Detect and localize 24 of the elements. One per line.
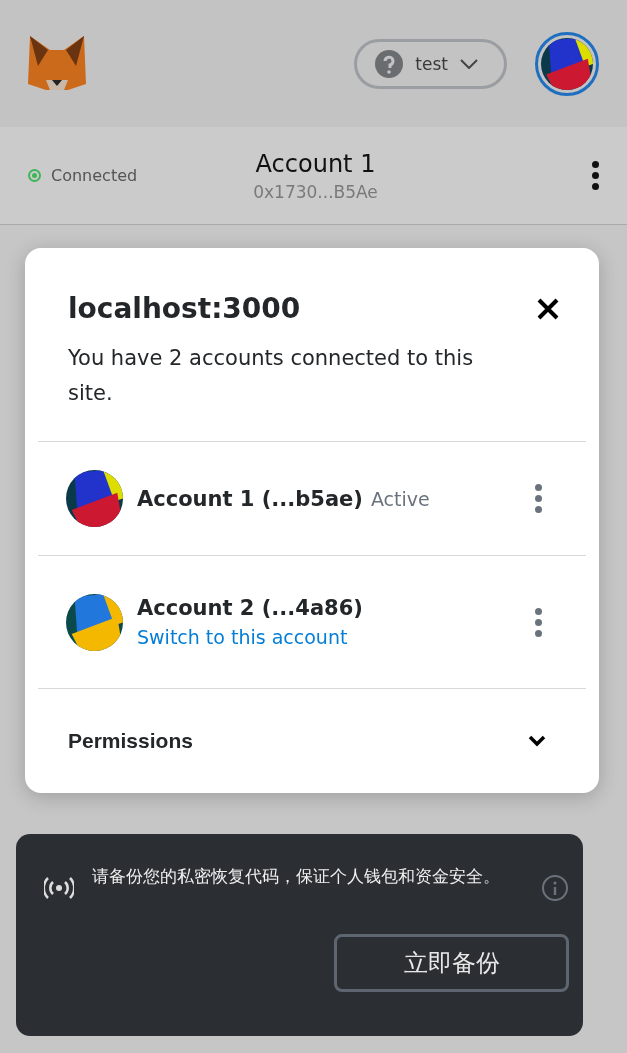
- connection-status: Connected: [51, 166, 138, 185]
- chevron-down-icon: [460, 58, 478, 69]
- active-label: Active: [370, 487, 430, 510]
- account-avatar[interactable]: [535, 31, 599, 96]
- dialog-title: localhost:3000: [68, 292, 301, 325]
- fox-logo: [28, 35, 86, 92]
- close-icon[interactable]: [536, 296, 560, 321]
- backup-now-button[interactable]: 立即备份: [334, 934, 569, 992]
- permissions-toggle[interactable]: Permissions: [38, 689, 586, 769]
- backup-message: 请备份您的私密恢复代码，保证个人钱包和资金安全。: [92, 865, 501, 888]
- account-address: 0x1730...B5Ae: [253, 181, 378, 202]
- account-avatar-icon: [66, 593, 123, 651]
- chevron-down-icon: [528, 735, 546, 747]
- question-icon: [375, 49, 404, 78]
- switch-account-link[interactable]: Switch to this account: [137, 626, 517, 648]
- dialog-description: You have 2 accounts connected to this site.: [68, 345, 475, 407]
- account-avatar-icon: [66, 470, 123, 527]
- account-name: Account 2 (...4a86): [137, 596, 363, 620]
- account-name: Account 1 (...b5ae): [137, 486, 363, 511]
- network-selector[interactable]: test: [354, 38, 507, 89]
- avatar-icon: [541, 37, 593, 90]
- info-icon[interactable]: [541, 874, 569, 902]
- broadcast-icon: [44, 876, 74, 900]
- account-name: Account 1: [255, 149, 376, 178]
